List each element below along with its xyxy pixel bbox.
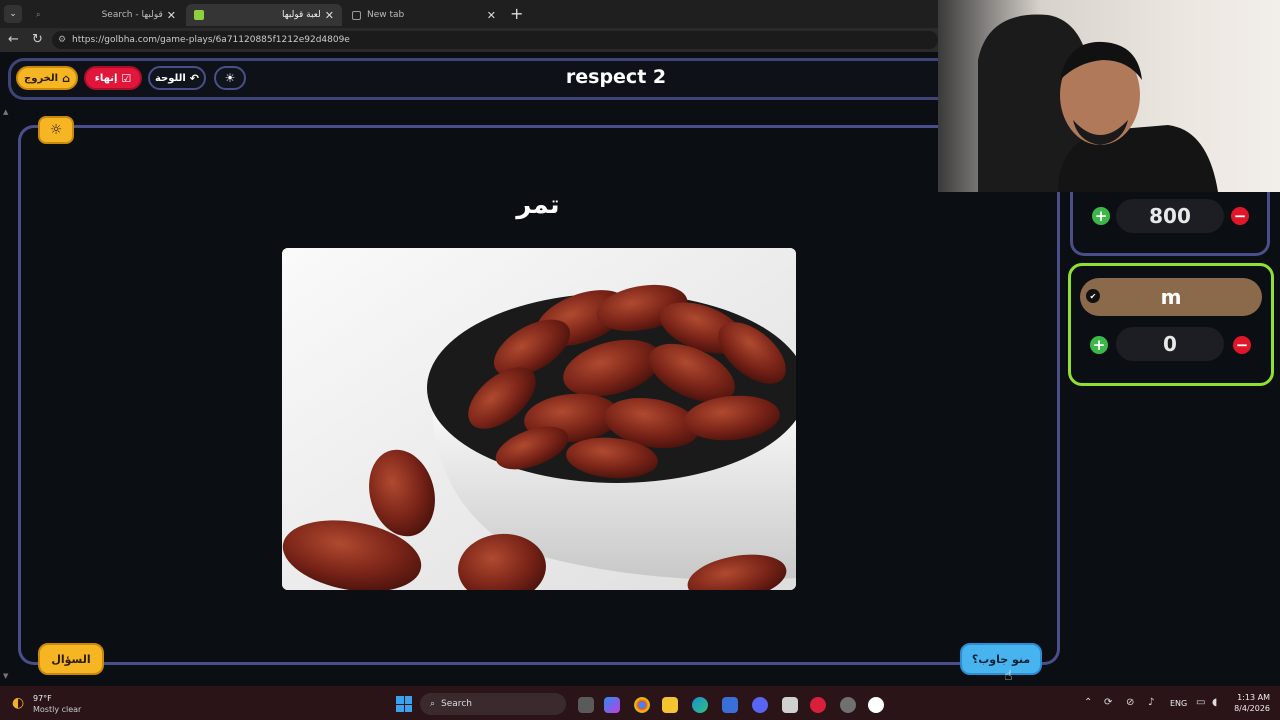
sync-icon[interactable]: ⟳ bbox=[1104, 697, 1112, 708]
theme-toggle-button[interactable]: ☀ bbox=[214, 66, 246, 90]
taskbar-search[interactable]: ⌕ Search bbox=[420, 693, 566, 715]
store-icon[interactable] bbox=[722, 697, 738, 713]
reload-icon[interactable]: ↻ bbox=[32, 32, 43, 47]
copilot-icon[interactable] bbox=[604, 697, 620, 713]
search-icon: ⌕ bbox=[430, 699, 436, 709]
url-text: https://golbha.com/game-plays/6a71120885… bbox=[72, 35, 350, 45]
browser-tab-newtab[interactable]: New tab ✕ bbox=[344, 4, 504, 26]
back-arrow-icon[interactable]: ← bbox=[8, 32, 19, 47]
chevron-up-icon[interactable]: ⌃ bbox=[1084, 697, 1092, 708]
keyboard-language[interactable]: ENG bbox=[1170, 699, 1187, 708]
file-explorer-icon[interactable] bbox=[662, 697, 678, 713]
team2-name[interactable]: m bbox=[1080, 278, 1262, 316]
task-view-icon[interactable] bbox=[578, 697, 594, 713]
board-label: اللوحة bbox=[154, 72, 186, 84]
discord-icon[interactable] bbox=[752, 697, 768, 713]
clock-date[interactable]: 8/4/2026 bbox=[1222, 704, 1270, 713]
tab-label: Search - قولبها bbox=[101, 10, 163, 20]
chrome-icon[interactable] bbox=[634, 697, 650, 713]
dates-bowl-illustration bbox=[282, 248, 796, 590]
who-answered-button[interactable]: منو جاوب؟ bbox=[960, 643, 1042, 675]
exit-button[interactable]: الخروج ⌂ bbox=[16, 66, 78, 90]
game-title: respect 2 bbox=[565, 66, 667, 88]
weather-description[interactable]: Mostly clear bbox=[33, 705, 81, 714]
obs-icon[interactable] bbox=[840, 697, 856, 713]
team1-score: 800 bbox=[1116, 199, 1224, 233]
question-panel-border bbox=[938, 125, 1060, 665]
team2-subtract-points-button[interactable]: − bbox=[1233, 336, 1251, 354]
question-button[interactable]: السؤال bbox=[38, 643, 104, 675]
tab-list-button[interactable]: ⌄ bbox=[4, 5, 22, 23]
webcam-person-illustration bbox=[978, 14, 1218, 192]
site-info-icon[interactable]: ⚙ bbox=[58, 31, 66, 49]
microphone-icon[interactable]: ♪ bbox=[1148, 697, 1154, 708]
report-bug-button[interactable]: ☼ bbox=[38, 116, 74, 144]
exit-label: الخروج bbox=[24, 72, 59, 84]
end-label: إنهاء bbox=[94, 72, 118, 84]
search-icon: ⌕ bbox=[36, 10, 41, 19]
clipboard-check-icon: ☑ bbox=[121, 71, 132, 85]
team2-score: 0 bbox=[1116, 327, 1224, 361]
check-icon: ✔ bbox=[1086, 289, 1100, 303]
answer-word: تمر bbox=[516, 190, 560, 220]
record-app-icon[interactable] bbox=[810, 697, 826, 713]
volume-icon[interactable]: ◖ bbox=[1212, 697, 1217, 708]
favicon-icon bbox=[194, 10, 204, 20]
team1-add-points-button[interactable]: + bbox=[1092, 207, 1110, 225]
url-field[interactable]: ⚙ https://golbha.com/game-plays/6a711208… bbox=[52, 31, 938, 49]
close-icon[interactable]: ✕ bbox=[487, 9, 496, 22]
webcam-overlay bbox=[938, 0, 1280, 192]
board-button[interactable]: اللوحة ↶ bbox=[148, 66, 206, 90]
weather-temperature[interactable]: 97°F bbox=[33, 694, 52, 703]
browser-tab-game[interactable]: لعبة قولبها ✕ bbox=[186, 4, 342, 26]
search-label: Search bbox=[441, 699, 472, 709]
new-tab-button[interactable]: + bbox=[510, 4, 523, 23]
team1-subtract-points-button[interactable]: − bbox=[1231, 207, 1249, 225]
door-icon: ⌂ bbox=[62, 71, 70, 85]
browser-tab-search[interactable]: ⌕ Search - قولبها ✕ bbox=[28, 4, 184, 26]
undo-arrow-icon: ↶ bbox=[189, 71, 200, 85]
settings-gear-icon[interactable] bbox=[868, 697, 884, 713]
close-icon[interactable]: ✕ bbox=[167, 9, 176, 22]
windows-start-icon[interactable] bbox=[396, 696, 412, 712]
bug-icon: ☼ bbox=[49, 122, 63, 138]
network-icon[interactable]: ⊘ bbox=[1126, 697, 1134, 708]
answer-image bbox=[282, 248, 796, 590]
app-icon[interactable] bbox=[782, 697, 798, 713]
end-game-button[interactable]: إنهاء ☑ bbox=[84, 66, 142, 90]
page-icon bbox=[352, 10, 361, 20]
mouse-pointer-icon: ☝ bbox=[1004, 668, 1013, 684]
monitor-icon[interactable]: ▭ bbox=[1196, 697, 1205, 708]
edge-icon[interactable] bbox=[692, 697, 708, 713]
weather-moon-icon[interactable]: ◐ bbox=[12, 695, 24, 711]
tab-label: New tab bbox=[367, 10, 405, 20]
tab-label: لعبة قولبها bbox=[281, 10, 321, 20]
team2-add-points-button[interactable]: + bbox=[1090, 336, 1108, 354]
sun-icon: ☀ bbox=[224, 71, 236, 85]
scroll-up-arrow-icon[interactable]: ▲ bbox=[3, 108, 8, 116]
scroll-down-arrow-icon[interactable]: ▼ bbox=[3, 672, 8, 680]
clock-time[interactable]: 1:13 AM bbox=[1230, 693, 1270, 702]
close-icon[interactable]: ✕ bbox=[325, 9, 334, 22]
